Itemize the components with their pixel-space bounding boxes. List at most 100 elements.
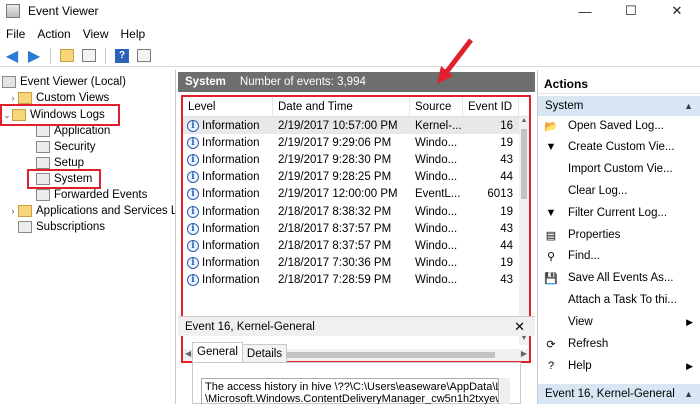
action-item[interactable]: View ▶ (538, 312, 700, 332)
actions-section-event[interactable]: Event 16, Kernel-General ▲ (538, 384, 700, 404)
level-cell: i Information (183, 136, 273, 149)
scroll-left-icon[interactable]: ◀ (185, 349, 191, 358)
information-icon: i (187, 257, 199, 270)
highlight-box-windows-logs (0, 104, 120, 126)
submenu-arrow-icon: ▶ (686, 360, 693, 371)
menu-view[interactable]: View (83, 27, 109, 41)
table-row[interactable]: i Information 2/19/2017 9:28:30 PM Windo...… (183, 151, 519, 168)
forward-arrow-icon[interactable]: ▶ (25, 47, 43, 65)
toolbar: ◀ ▶ ? (0, 45, 700, 67)
source-cell: Windo... (415, 257, 458, 270)
toolbar-divider (105, 47, 106, 64)
tree-item-security[interactable]: Security (36, 139, 96, 155)
save-icon: 💾 (544, 272, 558, 285)
up-folder-icon[interactable] (58, 47, 76, 65)
event-id-cell: 44 (500, 239, 513, 252)
table-row[interactable]: i Information 2/19/2017 10:57:00 PM Kernel-… (183, 117, 519, 135)
title-bar: Event Viewer — ☐ ✕ (0, 0, 700, 22)
column-header-date-time[interactable]: Date and Time (273, 97, 410, 116)
back-arrow-icon[interactable]: ◀ (3, 47, 21, 65)
table-row[interactable]: i Information 2/18/2017 7:30:36 PM Windo...… (183, 255, 519, 272)
scroll-right-icon[interactable]: ▶ (521, 349, 527, 358)
action-item[interactable]: ▤ Properties (538, 225, 700, 245)
action-item[interactable]: ⚲ Find... (538, 246, 700, 266)
event-viewer-icon (2, 76, 16, 88)
event-detail-panel: The access history in hive \??\C:\Users\… (192, 362, 521, 404)
collapse-icon[interactable]: ▲ (684, 101, 693, 111)
level-cell: i Information (183, 239, 273, 252)
action-item[interactable]: ? Help ▶ (538, 356, 700, 376)
action-item[interactable]: ⟳ Refresh (538, 334, 700, 354)
table-row[interactable]: i Information 2/18/2017 7:28:59 PM Windo...… (183, 272, 519, 289)
action-item[interactable]: ▼ Filter Current Log... (538, 203, 700, 223)
action-item[interactable]: 💾 Save All Events As... (538, 268, 700, 288)
log-icon (36, 157, 50, 169)
action-item[interactable]: Attach a Task To thi... (538, 290, 700, 310)
event-id-cell: 19 (500, 205, 513, 218)
scroll-thumb[interactable] (521, 129, 527, 199)
information-icon: i (187, 171, 199, 184)
actions-title: Actions (538, 74, 700, 94)
source-cell: Windo... (415, 274, 458, 287)
column-header-source[interactable]: Source (410, 97, 463, 116)
tree-item-forwarded-events[interactable]: Forwarded Events (36, 187, 147, 203)
actions-section-system[interactable]: System ▲ (538, 96, 700, 116)
close-button[interactable]: ✕ (654, 0, 700, 22)
tree-item-event-viewer-local[interactable]: Event Viewer (Local) (2, 74, 126, 90)
show-hide-tree-icon[interactable] (80, 47, 98, 65)
level-cell: i Information (183, 257, 273, 270)
menu-bar: File Action View Help (0, 25, 700, 43)
table-row[interactable]: i Information 2/19/2017 12:00:00 PM EventL.… (183, 186, 519, 203)
tree-item-subscriptions[interactable]: Subscriptions (18, 219, 105, 235)
description-scrollbar[interactable] (500, 378, 510, 404)
tree-item-applications-and-services[interactable]: › Applications and Services Lo (8, 203, 175, 219)
show-action-pane-icon[interactable] (135, 47, 153, 65)
date-time-cell: 2/19/2017 9:28:25 PM (278, 171, 392, 184)
scroll-up-icon[interactable]: ▲ (519, 117, 529, 127)
table-row[interactable]: i Information 2/18/2017 8:38:32 PM Windo...… (183, 203, 519, 220)
table-row[interactable]: i Information 2/18/2017 8:37:57 PM Windo...… (183, 237, 519, 254)
window-controls: — ☐ ✕ (562, 0, 700, 22)
table-row[interactable]: i Information 2/18/2017 8:37:57 PM Windo...… (183, 220, 519, 237)
menu-action[interactable]: Action (37, 27, 70, 41)
action-item[interactable]: ▼ Create Custom Vie... (538, 137, 700, 157)
table-row[interactable]: i Information 2/19/2017 9:29:06 PM Windo...… (183, 134, 519, 151)
close-icon[interactable]: ✕ (514, 319, 525, 335)
table-row[interactable]: i Information 2/19/2017 9:28:25 PM Windo...… (183, 169, 519, 186)
vertical-scrollbar[interactable]: ▲ ▼ (519, 117, 529, 345)
source-cell: EventL... (415, 188, 461, 201)
folder-icon (18, 205, 32, 217)
collapse-icon[interactable]: ▲ (684, 389, 693, 399)
level-cell: i Information (183, 222, 273, 235)
level-cell: i Information (183, 188, 273, 201)
menu-file[interactable]: File (6, 27, 25, 41)
level-cell: i Information (183, 119, 273, 132)
folder-icon (18, 92, 32, 104)
event-count: Number of events: 3,994 (239, 76, 366, 88)
level-cell: i Information (183, 274, 273, 287)
help-icon[interactable]: ? (113, 47, 131, 65)
tab-general[interactable]: General (192, 342, 243, 362)
level-cell: i Information (183, 171, 273, 184)
event-id-cell: 6013 (487, 188, 513, 201)
menu-help[interactable]: Help (121, 27, 146, 41)
action-item[interactable]: Import Custom Vie... (538, 159, 700, 179)
filter-icon: ▼ (545, 207, 557, 219)
scroll-down-icon[interactable]: ▼ (519, 335, 529, 345)
information-icon: i (187, 188, 199, 201)
minimize-button[interactable]: — (562, 0, 608, 22)
column-header-event-id[interactable]: Event ID (463, 97, 519, 116)
tab-details[interactable]: Details (242, 344, 288, 362)
event-description[interactable]: The access history in hive \??\C:\Users\… (201, 378, 499, 404)
action-item[interactable]: 📂 Open Saved Log... (538, 116, 700, 136)
maximize-button[interactable]: ☐ (608, 0, 654, 22)
column-header-level[interactable]: Level (183, 97, 273, 116)
chevron-right-icon[interactable]: › (8, 206, 18, 216)
date-time-cell: 2/19/2017 9:28:30 PM (278, 153, 392, 166)
date-time-cell: 2/18/2017 8:37:57 PM (278, 239, 392, 252)
filter-icon: ▼ (545, 141, 557, 153)
action-item[interactable]: Clear Log... (538, 181, 700, 201)
blank-icon (544, 315, 558, 329)
chevron-right-icon[interactable]: › (8, 93, 18, 103)
center-pane: System Number of events: 3,994 Level Dat… (178, 70, 535, 404)
